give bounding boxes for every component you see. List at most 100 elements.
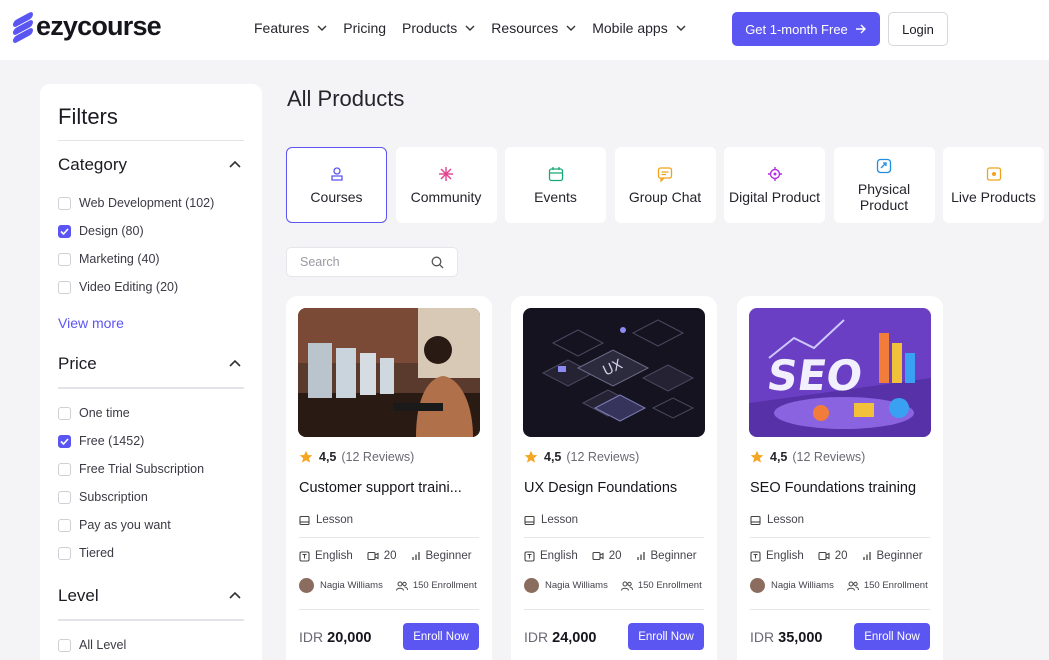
option-label: Design (80): [79, 224, 144, 238]
enroll-now-button[interactable]: Enroll Now: [854, 623, 930, 650]
checkbox[interactable]: [58, 406, 71, 420]
nav-features[interactable]: Features: [254, 20, 327, 36]
author-row: Nagia Williams 150 Enrollment: [299, 578, 477, 593]
chevron-up-icon: [229, 591, 241, 599]
course-meta: English 20 Beginner: [524, 550, 711, 562]
nav-resources[interactable]: Resources: [491, 20, 576, 36]
view-more-link[interactable]: View more: [58, 315, 244, 337]
checkbox-checked[interactable]: [58, 224, 71, 238]
get-free-month-button[interactable]: Get 1-month Free: [732, 12, 880, 46]
product-type-label: Lesson: [541, 514, 579, 526]
level-option[interactable]: All Level: [58, 631, 244, 659]
enroll-now-button[interactable]: Enroll Now: [403, 623, 479, 650]
price-value: 35,000: [778, 630, 823, 646]
search-icon: [431, 256, 444, 268]
tab-live-products[interactable]: Live Products: [943, 147, 1044, 223]
checkbox-checked[interactable]: [58, 434, 71, 448]
checkbox[interactable]: [58, 280, 71, 294]
price-value: 20,000: [327, 630, 372, 646]
logo-mark-icon: [13, 10, 33, 44]
checkbox[interactable]: [58, 490, 71, 504]
price-option[interactable]: One time: [58, 399, 244, 427]
price-option[interactable]: Tiered: [58, 539, 244, 567]
checkbox[interactable]: [58, 638, 71, 652]
level-label: Beginner: [876, 550, 923, 562]
tab-events[interactable]: Events: [505, 147, 606, 223]
option-label: Free Trial Subscription: [79, 462, 205, 476]
checkbox[interactable]: [58, 196, 71, 210]
language-label: English: [540, 550, 578, 562]
course-thumbnail[interactable]: UX: [523, 308, 705, 437]
chevron-down-icon: [676, 25, 686, 31]
course-title[interactable]: SEO Foundations training: [750, 480, 932, 496]
filters-panel: Filters Category Web Development (102) D…: [40, 84, 262, 660]
category-option[interactable]: Video Editing (20): [58, 273, 244, 301]
course-title[interactable]: UX Design Foundations: [524, 480, 706, 496]
nav-mobile-apps[interactable]: Mobile apps: [592, 20, 686, 36]
review-count: (12 Reviews): [341, 450, 415, 464]
price-filter-header[interactable]: Price: [58, 341, 244, 389]
language-icon: [299, 550, 310, 562]
course-card[interactable]: UX 4,5 (12 Reviews) UX Design Foundation…: [511, 296, 717, 660]
tab-label: Courses: [310, 188, 363, 205]
product-type: Lesson: [750, 514, 804, 526]
category-option[interactable]: Design (80): [58, 217, 244, 245]
course-meta: English 20 Beginner: [299, 550, 486, 562]
price-option[interactable]: Subscription: [58, 483, 244, 511]
avatar: [750, 578, 765, 593]
rating-score: 4,5: [770, 450, 788, 464]
currency: IDR: [524, 629, 549, 645]
tab-physical-product[interactable]: Physical Product: [833, 147, 935, 223]
price-option[interactable]: Free (1452): [58, 427, 244, 455]
level-label: Beginner: [425, 550, 472, 562]
option-label: Marketing (40): [79, 252, 160, 266]
level-label: Beginner: [650, 550, 697, 562]
level: Beginner: [411, 550, 472, 562]
nav-products[interactable]: Products: [402, 20, 475, 36]
course-thumbnail[interactable]: [298, 308, 480, 437]
checkbox[interactable]: [58, 252, 71, 266]
checkbox[interactable]: [58, 518, 71, 532]
login-button[interactable]: Login: [888, 12, 948, 46]
enrollment: 150 Enrollment: [395, 580, 477, 591]
search-input[interactable]: Search: [286, 247, 458, 277]
enroll-now-button[interactable]: Enroll Now: [628, 623, 704, 650]
language-label: English: [315, 550, 353, 562]
calendar-icon: [548, 166, 563, 181]
digital-product-icon: [767, 166, 782, 181]
logo[interactable]: ezycourse: [13, 10, 162, 44]
category-option[interactable]: Web Development (102): [58, 189, 244, 217]
nav-label: Resources: [491, 20, 559, 36]
course-title[interactable]: Customer support traini...: [299, 480, 481, 496]
enrollment: 150 Enrollment: [846, 580, 928, 591]
course-card[interactable]: 4,5 (12 Reviews) Customer support traini…: [286, 296, 492, 660]
nav-pricing[interactable]: Pricing: [343, 20, 386, 36]
tab-label: Group Chat: [628, 188, 702, 205]
category-heading: Category: [58, 155, 127, 174]
tab-label: Events: [534, 188, 577, 205]
course-card[interactable]: SEO 4,5 (12 Reviews) SEO Foundations tra…: [737, 296, 943, 660]
price-option[interactable]: Pay as you want: [58, 511, 244, 539]
checkbox[interactable]: [58, 546, 71, 560]
checkbox[interactable]: [58, 462, 71, 476]
rating-score: 4,5: [319, 450, 337, 464]
tab-courses[interactable]: Courses: [286, 147, 387, 223]
rating-score: 4,5: [544, 450, 562, 464]
product-type-label: Lesson: [316, 514, 354, 526]
product-type-label: Lesson: [767, 514, 805, 526]
tab-digital-product[interactable]: Digital Product: [724, 147, 825, 223]
tab-community[interactable]: Community: [395, 147, 497, 223]
price-option[interactable]: Free Trial Subscription: [58, 455, 244, 483]
avatar: [524, 578, 539, 593]
course-thumbnail[interactable]: SEO: [749, 308, 931, 437]
svg-text:SEO: SEO: [764, 351, 865, 400]
level-filter-header[interactable]: Level: [58, 573, 244, 621]
category-filter-header[interactable]: Category: [58, 141, 244, 189]
price: IDR 24,000: [524, 629, 596, 646]
category-option[interactable]: Marketing (40): [58, 245, 244, 273]
option-label: Subscription: [79, 490, 148, 504]
rating: 4,5 (12 Reviews): [299, 450, 414, 464]
option-label: Free (1452): [79, 434, 145, 448]
tab-group-chat[interactable]: Group Chat: [614, 147, 716, 223]
price: IDR 20,000: [299, 629, 371, 646]
